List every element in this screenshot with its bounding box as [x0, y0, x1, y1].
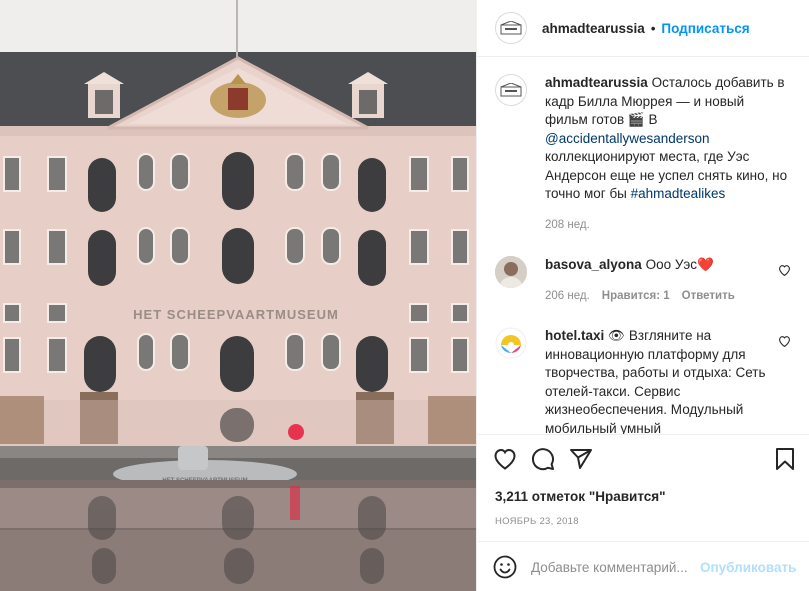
- comment-content: 👁 Взгляните на инновационную платформу д…: [545, 328, 766, 434]
- comment-item: hotel.taxi 👁 Взгляните на инновационную …: [495, 327, 791, 434]
- bookmark-icon[interactable]: [775, 447, 795, 471]
- publish-button[interactable]: Опубликовать: [700, 560, 796, 575]
- post-header: ahmadtearussia • Подписаться: [477, 0, 809, 57]
- caption-hashtag-link[interactable]: #ahmadtealikes: [631, 186, 726, 201]
- svg-text:HET SCHEEPVAARTMUSEUM: HET SCHEEPVAARTMUSEUM: [133, 307, 339, 322]
- caption-username[interactable]: ahmadtearussia: [545, 75, 648, 90]
- likes-count[interactable]: 3,211 отметок "Нравится": [477, 489, 809, 504]
- comment-avatar[interactable]: [495, 256, 527, 288]
- comment-item: basova_alyona Ооо Уэс❤️ 206 нед. Нравитс…: [495, 256, 791, 305]
- comment-likes[interactable]: Нравится: 1: [602, 287, 670, 306]
- comment-username[interactable]: basova_alyona: [545, 257, 642, 272]
- avatar[interactable]: [495, 12, 527, 44]
- caption: ahmadtearussia Осталось добавить в кадр …: [495, 74, 791, 234]
- comment-time[interactable]: 206 нед.: [545, 287, 590, 306]
- caption-time[interactable]: 208 нед.: [545, 216, 590, 235]
- user-photo-icon: [495, 256, 527, 288]
- comment-heart-icon[interactable]: [778, 264, 791, 279]
- post-image[interactable]: HET SCHEEPVAARTMUSEUM: [0, 0, 476, 591]
- caption-mention-link[interactable]: @accidentallywesanderson: [545, 131, 710, 146]
- comment-input[interactable]: [531, 559, 696, 575]
- comments-section[interactable]: ahmadtearussia Осталось добавить в кадр …: [477, 58, 809, 434]
- comment-meta: 206 нед. Нравится: 1 Ответить: [545, 287, 790, 306]
- comment-heart-icon[interactable]: [778, 335, 791, 350]
- comment-body: hotel.taxi 👁 Взгляните на инновационную …: [545, 327, 790, 434]
- emoji-icon[interactable]: [493, 555, 517, 579]
- hotel-taxi-logo-icon: [495, 327, 527, 359]
- post-panel: ahmadtearussia • Подписаться ahmadtearus…: [476, 0, 809, 591]
- comment-text: basova_alyona Ооо Уэс❤️: [545, 256, 790, 275]
- caption-text: ahmadtearussia Осталось добавить в кадр …: [545, 74, 790, 204]
- caption-body: ahmadtearussia Осталось добавить в кадр …: [545, 74, 790, 234]
- post-photo: HET SCHEEPVAARTMUSEUM: [0, 0, 476, 591]
- post-actions: 3,211 отметок "Нравится" НОЯБРЬ 23, 2018…: [477, 434, 809, 591]
- action-icons: [477, 435, 809, 483]
- heart-icon[interactable]: [493, 448, 517, 470]
- comment-text: hotel.taxi 👁 Взгляните на инновационную …: [545, 327, 790, 434]
- caption-meta: 208 нед.: [545, 216, 790, 235]
- share-icon[interactable]: [569, 448, 593, 470]
- comment-body: basova_alyona Ооо Уэс❤️ 206 нед. Нравитс…: [545, 256, 790, 305]
- comment-icon[interactable]: [531, 447, 555, 471]
- header-separator: •: [650, 20, 656, 36]
- header-username[interactable]: ahmadtearussia: [542, 21, 645, 36]
- add-comment-bar: Опубликовать: [477, 541, 809, 591]
- post-date[interactable]: НОЯБРЬ 23, 2018: [477, 516, 809, 527]
- reply-button[interactable]: Ответить: [682, 287, 735, 306]
- ahmad-tea-logo-icon: [500, 83, 522, 97]
- comment-avatar[interactable]: [495, 327, 527, 359]
- comment-content: Ооо Уэс❤️: [641, 257, 714, 272]
- follow-button[interactable]: Подписаться: [661, 21, 749, 36]
- comment-username[interactable]: hotel.taxi: [545, 328, 604, 343]
- ahmad-tea-logo-icon: [500, 21, 522, 35]
- caption-avatar[interactable]: [495, 74, 527, 106]
